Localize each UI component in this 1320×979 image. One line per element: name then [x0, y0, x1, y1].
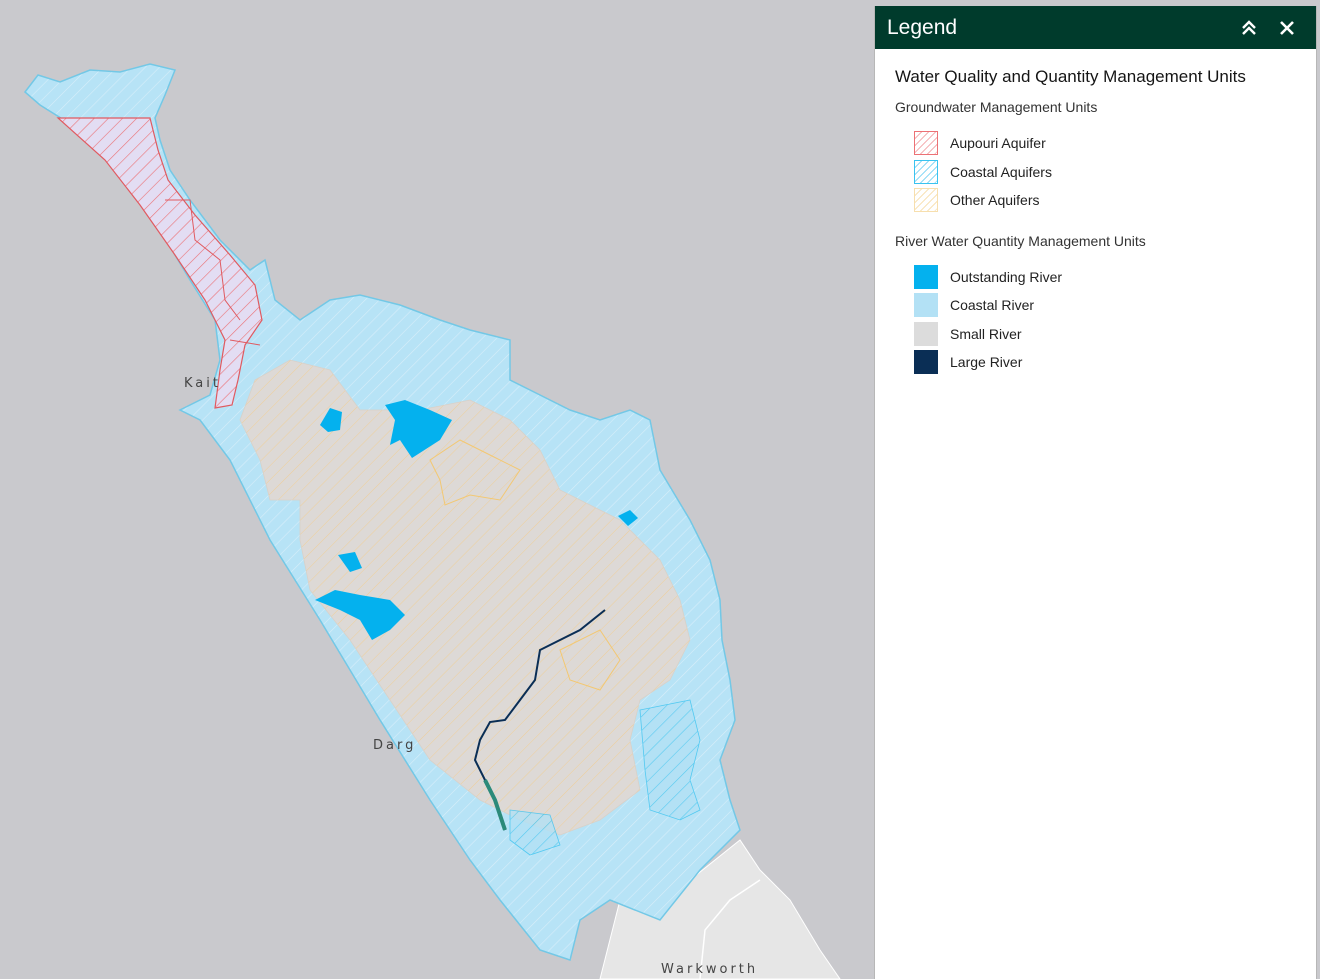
legend-item-label: Small River — [950, 325, 1022, 342]
hatched-swatch-yellow — [914, 188, 938, 213]
legend-item-label: Other Aquifers — [950, 192, 1040, 209]
legend-panel: Legend Water Quality and Quantity Manage… — [874, 6, 1317, 979]
solid-swatch-coastal — [914, 293, 938, 318]
group-title-river-quantity: River Water Quantity Management Units — [895, 232, 1146, 249]
legend-item-outstanding-river: Outstanding River — [895, 263, 1296, 292]
collapse-button[interactable] — [1230, 9, 1268, 47]
legend-item-label: Coastal River — [950, 297, 1035, 314]
legend-title: Legend — [887, 15, 958, 39]
legend-body: Water Quality and Quantity Management Un… — [875, 49, 1316, 377]
legend-item-label: Large River — [950, 354, 1023, 371]
layer-title: Water Quality and Quantity Management Un… — [895, 67, 1246, 86]
legend-header: Legend — [875, 6, 1316, 49]
legend-item-label: Outstanding River — [950, 268, 1063, 285]
hatched-swatch-red — [914, 131, 938, 156]
hatched-swatch-blue — [914, 159, 938, 184]
legend-item-large-river: Large River — [895, 348, 1296, 377]
place-label-darg: Darg — [373, 738, 417, 753]
place-label-warkworth: Warkworth — [661, 962, 759, 977]
legend-item-small-river: Small River — [895, 320, 1296, 349]
group-title-groundwater: Groundwater Management Units — [895, 99, 1098, 115]
legend-item-other-aquifers: Other Aquifers — [895, 186, 1296, 215]
close-button[interactable] — [1268, 9, 1306, 47]
double-chevron-up-icon — [1242, 19, 1256, 35]
legend-item-coastal-aquifers: Coastal Aquifers — [895, 158, 1296, 187]
legend-item-coastal-river: Coastal River — [895, 291, 1296, 320]
legend-item-aupouri-aquifer: Aupouri Aquifer — [895, 129, 1296, 158]
legend-item-label: Aupouri Aquifer — [950, 135, 1046, 152]
place-label-kait: Kait — [184, 376, 221, 391]
solid-swatch-outstanding — [914, 264, 938, 289]
close-icon — [1280, 20, 1294, 35]
solid-swatch-small — [914, 321, 938, 346]
legend-item-label: Coastal Aquifers — [950, 163, 1052, 180]
solid-swatch-large — [914, 350, 938, 375]
aupouri-aquifer-region[interactable] — [56, 117, 263, 409]
coastal-aquifer-east[interactable] — [639, 699, 701, 821]
